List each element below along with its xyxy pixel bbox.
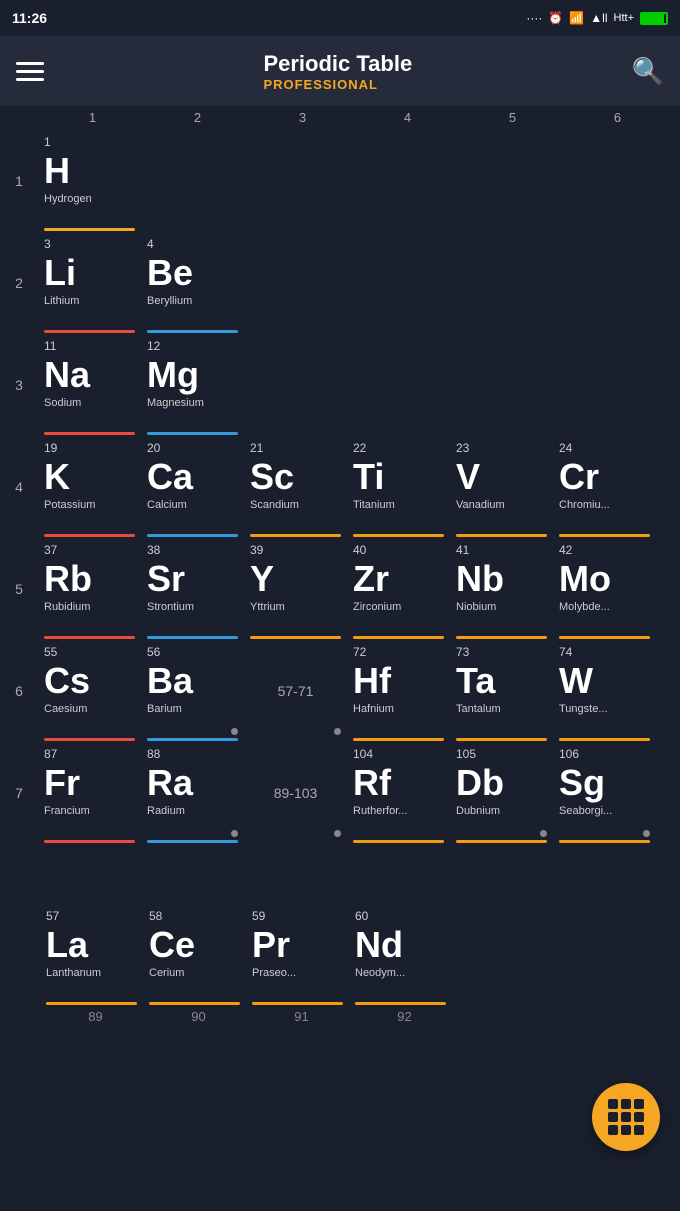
element-Cs[interactable]: 55 Cs Caesium [38,641,141,741]
element-Nb[interactable]: 41 Nb Niobium [450,539,553,639]
header-title-wrap: Periodic Table PROFESSIONAL [263,51,412,92]
element-K[interactable]: 19 K Potassium [38,437,141,537]
lanthanide-range[interactable]: 57-71 [244,641,347,741]
element-Ta[interactable]: 73 Ta Tantalum [450,641,553,741]
period-label-5: 5 [0,581,38,597]
element-Li[interactable]: 3 Li Lithium [38,233,141,333]
column-numbers: 1 2 3 4 5 6 [0,106,680,129]
pt-grid: 1 1 H Hydrogen 2 3 Li Lithium 4 Be Beryl… [0,129,680,843]
wifi-icon: 📶 [569,11,584,25]
element-Sc[interactable]: 21 Sc Scandium [244,437,347,537]
element-La[interactable]: 57 La Lanthanum [40,905,143,1005]
signal-icon: ▲ll [590,11,607,25]
period-label-1: 1 [0,173,38,189]
period-row-6: 6 55 Cs Caesium 56 Ba Barium 57-71 72 Hf… [0,641,680,741]
periodic-table-area: 1 2 3 4 5 6 1 1 H Hydrogen 2 3 Li Lithiu… [0,106,680,1211]
element-Na[interactable]: 11 Na Sodium [38,335,141,435]
actinide-num-91: 91 [250,1009,353,1024]
col-6: 6 [565,110,670,125]
lanthanides-section: 57 La Lanthanum 58 Ce Cerium 59 Pr Prase… [0,905,680,1024]
actinides-numbers-row: 89 90 91 92 [40,1009,680,1024]
status-icons: ···· ⏰ 📶 ▲ll Htt+ [526,11,668,25]
element-Ra[interactable]: 88 Ra Radium [141,743,244,843]
signal-dots: ···· [526,11,542,25]
element-Hf[interactable]: 72 Hf Hafnium [347,641,450,741]
period-label-3: 3 [0,377,38,393]
status-bar: 11:26 ···· ⏰ 📶 ▲ll Htt+ [0,0,680,36]
element-W[interactable]: 74 W Tungste... [553,641,656,741]
network-icon: Htt+ [614,12,634,24]
actinide-num-90: 90 [147,1009,250,1024]
element-Mg[interactable]: 12 Mg Magnesium [141,335,244,435]
element-Sg[interactable]: 106 Sg Seaborgi... [553,743,656,843]
actinide-range[interactable]: 89-103 [244,743,347,843]
app-title: Periodic Table [263,51,412,77]
actinide-num-89: 89 [44,1009,147,1024]
alarm-icon: ⏰ [548,11,563,25]
element-Cr[interactable]: 24 Cr Chromiu... [553,437,656,537]
element-V[interactable]: 23 V Vanadium [450,437,553,537]
period-row-2: 2 3 Li Lithium 4 Be Beryllium [0,233,680,333]
battery-icon [640,12,668,25]
element-Ca[interactable]: 20 Ca Calcium [141,437,244,537]
menu-button[interactable] [16,62,44,81]
element-Rf[interactable]: 104 Rf Rutherfor... [347,743,450,843]
element-Pr[interactable]: 59 Pr Praseo... [246,905,349,1005]
element-Nd[interactable]: 60 Nd Neodym... [349,905,452,1005]
element-Y[interactable]: 39 Y Yttrium [244,539,347,639]
period-row-5: 5 37 Rb Rubidium 38 Sr Strontium 39 Y Yt… [0,539,680,639]
fab-grid-button[interactable] [592,1083,660,1151]
col-4: 4 [355,110,460,125]
col-2: 2 [145,110,250,125]
period-label-7: 7 [0,785,38,801]
period-row-1: 1 1 H Hydrogen [0,131,680,231]
period-row-4: 4 19 K Potassium 20 Ca Calcium 21 Sc Sca… [0,437,680,537]
element-Ba[interactable]: 56 Ba Barium [141,641,244,741]
period-row-7: 7 87 Fr Francium 88 Ra Radium 89-103 104… [0,743,680,843]
app-subtitle: PROFESSIONAL [263,77,378,92]
element-Rb[interactable]: 37 Rb Rubidium [38,539,141,639]
element-Sr[interactable]: 38 Sr Strontium [141,539,244,639]
status-time: 11:26 [12,10,47,26]
element-H[interactable]: 1 H Hydrogen [38,131,141,231]
grid-icon [608,1099,644,1135]
element-Zr[interactable]: 40 Zr Zirconium [347,539,450,639]
actinide-num-92: 92 [353,1009,456,1024]
element-Ce[interactable]: 58 Ce Cerium [143,905,246,1005]
col-3: 3 [250,110,355,125]
element-Mo[interactable]: 42 Mo Molybde... [553,539,656,639]
period-row-3: 3 11 Na Sodium 12 Mg Magnesium [0,335,680,435]
element-Be[interactable]: 4 Be Beryllium [141,233,244,333]
col-1: 1 [40,110,145,125]
period-label-4: 4 [0,479,38,495]
period-label-2: 2 [0,275,38,291]
app-header: Periodic Table PROFESSIONAL 🔍 [0,36,680,106]
lanthanides-row: 57 La Lanthanum 58 Ce Cerium 59 Pr Prase… [40,905,680,1005]
period-label-6: 6 [0,683,38,699]
element-Db[interactable]: 105 Db Dubnium [450,743,553,843]
element-Ti[interactable]: 22 Ti Titanium [347,437,450,537]
element-Fr[interactable]: 87 Fr Francium [38,743,141,843]
col-5: 5 [460,110,565,125]
search-button[interactable]: 🔍 [632,56,664,87]
